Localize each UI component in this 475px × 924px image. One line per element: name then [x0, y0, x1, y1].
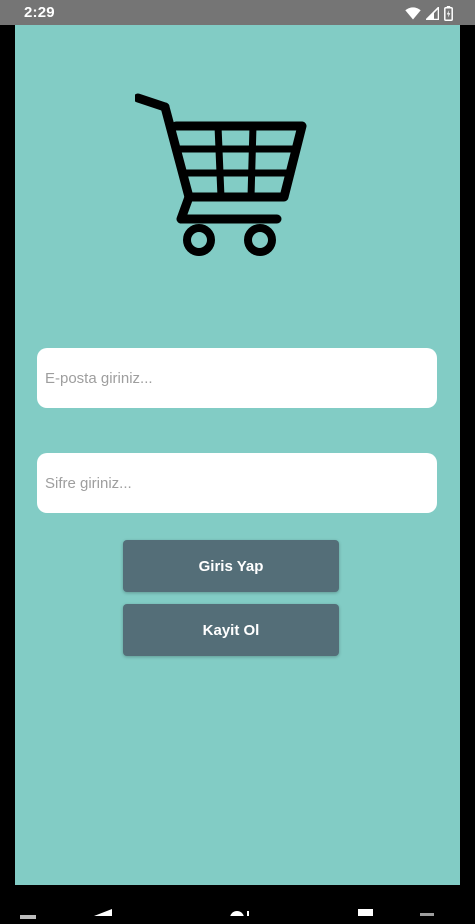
navigation-bar — [0, 885, 475, 924]
status-time: 2:29 — [24, 4, 55, 21]
home-icon[interactable] — [228, 903, 250, 924]
back-icon[interactable] — [92, 903, 114, 921]
status-bar: 2:29 — [0, 0, 475, 25]
battery-icon — [444, 5, 453, 21]
password-field[interactable] — [37, 453, 437, 513]
email-field[interactable] — [37, 348, 437, 408]
recents-icon[interactable] — [356, 903, 436, 921]
shopping-cart-icon — [133, 93, 315, 258]
login-button[interactable]: Giris Yap — [123, 540, 339, 592]
nav-edge-icon — [20, 906, 36, 924]
wifi-icon — [405, 6, 421, 20]
register-button[interactable]: Kayit Ol — [123, 604, 339, 656]
status-icons — [405, 5, 453, 21]
app-screen: Giris Yap Kayit Ol — [15, 25, 460, 885]
signal-icon — [426, 6, 439, 20]
